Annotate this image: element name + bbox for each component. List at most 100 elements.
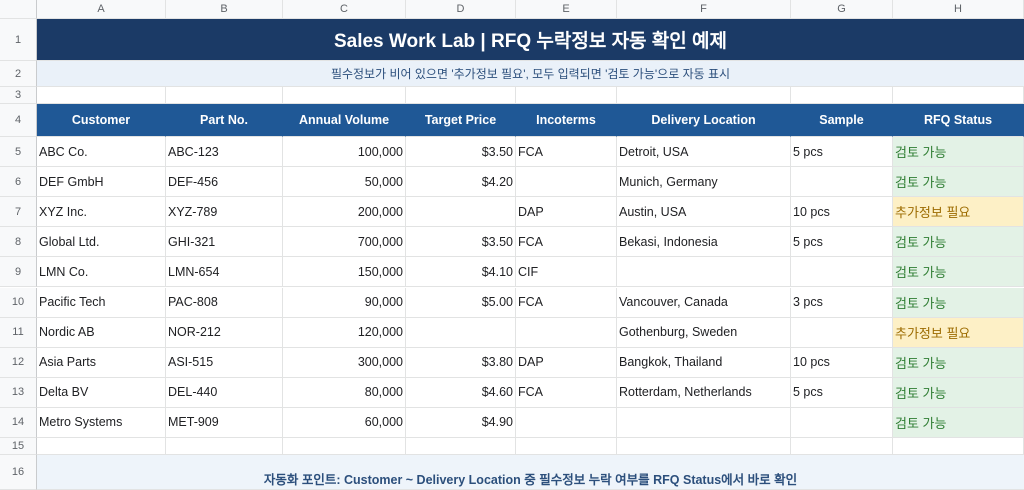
header-part-no[interactable]: Part No. xyxy=(166,104,283,137)
cell-target-price[interactable]: $3.80 xyxy=(406,347,516,378)
column-header-d[interactable]: D xyxy=(406,0,516,19)
cell-customer[interactable]: LMN Co. xyxy=(37,257,166,288)
cell-sample[interactable]: 5 pcs xyxy=(791,377,893,408)
cell-target-price[interactable] xyxy=(406,197,516,228)
row-header[interactable]: 14 xyxy=(0,407,37,438)
cell-part-no[interactable]: NOR-212 xyxy=(166,317,283,348)
cell-rfq-status[interactable]: 검토 가능 xyxy=(893,287,1024,318)
cell-delivery-location[interactable]: Detroit, USA xyxy=(617,137,791,168)
cell-customer[interactable]: Delta BV xyxy=(37,377,166,408)
cell-target-price[interactable]: $3.50 xyxy=(406,227,516,258)
header-delivery-location[interactable]: Delivery Location xyxy=(617,104,791,137)
column-header-a[interactable]: A xyxy=(37,0,166,19)
cell[interactable] xyxy=(893,87,1024,104)
cell-incoterms[interactable]: DAP xyxy=(516,197,617,228)
cell-incoterms[interactable] xyxy=(516,167,617,198)
column-header-g[interactable]: G xyxy=(791,0,893,19)
cell-rfq-status[interactable]: 검토 가능 xyxy=(893,137,1024,168)
cell-annual-volume[interactable]: 50,000 xyxy=(283,167,406,198)
cell-target-price[interactable]: $4.90 xyxy=(406,407,516,438)
cell-incoterms[interactable]: FCA xyxy=(516,227,617,258)
cell-customer[interactable]: DEF GmbH xyxy=(37,167,166,198)
cell-customer[interactable]: Nordic AB xyxy=(37,317,166,348)
cell-target-price[interactable]: $4.20 xyxy=(406,167,516,198)
row-header[interactable]: 9 xyxy=(0,257,37,288)
cell-delivery-location[interactable]: Austin, USA xyxy=(617,197,791,228)
cell-delivery-location[interactable] xyxy=(617,257,791,288)
cell[interactable] xyxy=(516,87,617,104)
cell-target-price[interactable]: $4.10 xyxy=(406,257,516,288)
row-header[interactable]: 12 xyxy=(0,347,37,378)
row-header[interactable]: 2 xyxy=(0,61,37,87)
cell-target-price[interactable]: $3.50 xyxy=(406,137,516,168)
sheet-title[interactable]: Sales Work Lab | RFQ 누락정보 자동 확인 예제 xyxy=(37,19,1024,61)
row-header[interactable]: 16 xyxy=(0,455,37,490)
cell-annual-volume[interactable]: 80,000 xyxy=(283,377,406,408)
cell-sample[interactable]: 5 pcs xyxy=(791,227,893,258)
cell-part-no[interactable]: ABC-123 xyxy=(166,137,283,168)
cell[interactable] xyxy=(283,438,406,455)
cell-customer[interactable]: XYZ Inc. xyxy=(37,197,166,228)
cell-customer[interactable]: Pacific Tech xyxy=(37,287,166,318)
cell-annual-volume[interactable]: 60,000 xyxy=(283,407,406,438)
cell-customer[interactable]: Global Ltd. xyxy=(37,227,166,258)
cell-delivery-location[interactable]: Gothenburg, Sweden xyxy=(617,317,791,348)
cell[interactable] xyxy=(166,87,283,104)
cell-part-no[interactable]: XYZ-789 xyxy=(166,197,283,228)
cell-customer[interactable]: Asia Parts xyxy=(37,347,166,378)
header-incoterms[interactable]: Incoterms xyxy=(516,104,617,137)
row-header[interactable]: 11 xyxy=(0,317,37,348)
cell-sample[interactable]: 10 pcs xyxy=(791,347,893,378)
cell-rfq-status[interactable]: 검토 가능 xyxy=(893,347,1024,378)
row-header[interactable]: 1 xyxy=(0,19,37,61)
column-header-e[interactable]: E xyxy=(516,0,617,19)
row-header[interactable]: 3 xyxy=(0,87,37,104)
cell[interactable] xyxy=(406,87,516,104)
cell-delivery-location[interactable]: Rotterdam, Netherlands xyxy=(617,377,791,408)
automation-note[interactable]: 자동화 포인트: Customer ~ Delivery Location 중 … xyxy=(37,455,1024,490)
cell[interactable] xyxy=(37,87,166,104)
cell-rfq-status[interactable]: 추가정보 필요 xyxy=(893,317,1024,348)
header-customer[interactable]: Customer xyxy=(37,104,166,137)
cell-annual-volume[interactable]: 90,000 xyxy=(283,287,406,318)
cell-incoterms[interactable]: DAP xyxy=(516,347,617,378)
cell-incoterms[interactable]: FCA xyxy=(516,287,617,318)
cell-part-no[interactable]: PAC-808 xyxy=(166,287,283,318)
column-header-b[interactable]: B xyxy=(166,0,283,19)
cell-annual-volume[interactable]: 300,000 xyxy=(283,347,406,378)
cell[interactable] xyxy=(166,438,283,455)
cell-delivery-location[interactable]: Vancouver, Canada xyxy=(617,287,791,318)
cell-sample[interactable] xyxy=(791,167,893,198)
cell-delivery-location[interactable]: Bekasi, Indonesia xyxy=(617,227,791,258)
cell-rfq-status[interactable]: 추가정보 필요 xyxy=(893,197,1024,228)
cell[interactable] xyxy=(893,438,1024,455)
cell-sample[interactable] xyxy=(791,257,893,288)
cell-customer[interactable]: ABC Co. xyxy=(37,137,166,168)
cell-incoterms[interactable]: CIF xyxy=(516,257,617,288)
cell[interactable] xyxy=(406,438,516,455)
cell-annual-volume[interactable]: 200,000 xyxy=(283,197,406,228)
cell-target-price[interactable]: $5.00 xyxy=(406,287,516,318)
cell-sample[interactable]: 3 pcs xyxy=(791,287,893,318)
cell-rfq-status[interactable]: 검토 가능 xyxy=(893,227,1024,258)
cell-rfq-status[interactable]: 검토 가능 xyxy=(893,407,1024,438)
cell-delivery-location[interactable]: Bangkok, Thailand xyxy=(617,347,791,378)
cell-rfq-status[interactable]: 검토 가능 xyxy=(893,257,1024,288)
column-header-c[interactable]: C xyxy=(283,0,406,19)
cell[interactable] xyxy=(37,438,166,455)
cell-part-no[interactable]: DEL-440 xyxy=(166,377,283,408)
cell-target-price[interactable] xyxy=(406,317,516,348)
cell-part-no[interactable]: MET-909 xyxy=(166,407,283,438)
row-header[interactable]: 10 xyxy=(0,287,37,318)
cell[interactable] xyxy=(617,438,791,455)
column-header-h[interactable]: H xyxy=(893,0,1024,19)
row-header[interactable]: 13 xyxy=(0,377,37,408)
column-header-f[interactable]: F xyxy=(617,0,791,19)
cell-rfq-status[interactable]: 검토 가능 xyxy=(893,167,1024,198)
header-target-price[interactable]: Target Price xyxy=(406,104,516,137)
cell-rfq-status[interactable]: 검토 가능 xyxy=(893,377,1024,408)
cell-incoterms[interactable] xyxy=(516,317,617,348)
cell-annual-volume[interactable]: 700,000 xyxy=(283,227,406,258)
cell-annual-volume[interactable]: 120,000 xyxy=(283,317,406,348)
cell-incoterms[interactable]: FCA xyxy=(516,137,617,168)
